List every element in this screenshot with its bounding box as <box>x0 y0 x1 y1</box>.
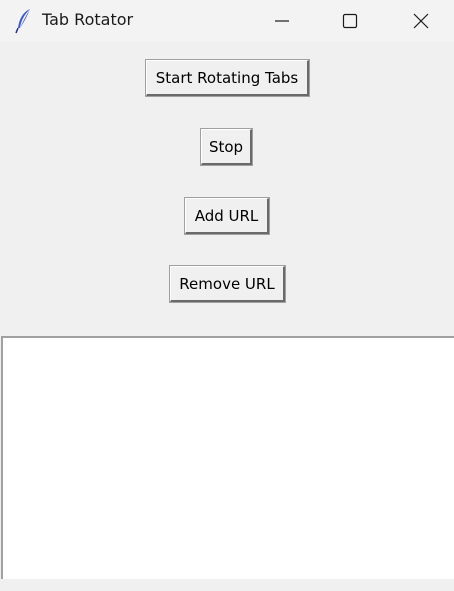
feather-icon <box>14 8 34 34</box>
close-icon <box>413 13 429 29</box>
title-bar[interactable]: Tab Rotator <box>0 0 454 42</box>
stop-button[interactable]: Stop <box>200 128 253 166</box>
minimize-icon <box>275 20 289 22</box>
maximize-icon <box>342 13 358 29</box>
window-bottom-edge <box>0 579 454 591</box>
url-listbox[interactable] <box>1 336 454 579</box>
remove-url-button[interactable]: Remove URL <box>169 265 286 303</box>
add-url-button[interactable]: Add URL <box>184 197 270 235</box>
maximize-button[interactable] <box>327 0 373 42</box>
app-window: Tab Rotator Start Rotating Tabs Stop Add… <box>0 0 454 591</box>
close-button[interactable] <box>398 0 444 42</box>
window-title: Tab Rotator <box>42 10 134 29</box>
minimize-button[interactable] <box>259 0 305 42</box>
start-rotating-button[interactable]: Start Rotating Tabs <box>145 59 310 97</box>
